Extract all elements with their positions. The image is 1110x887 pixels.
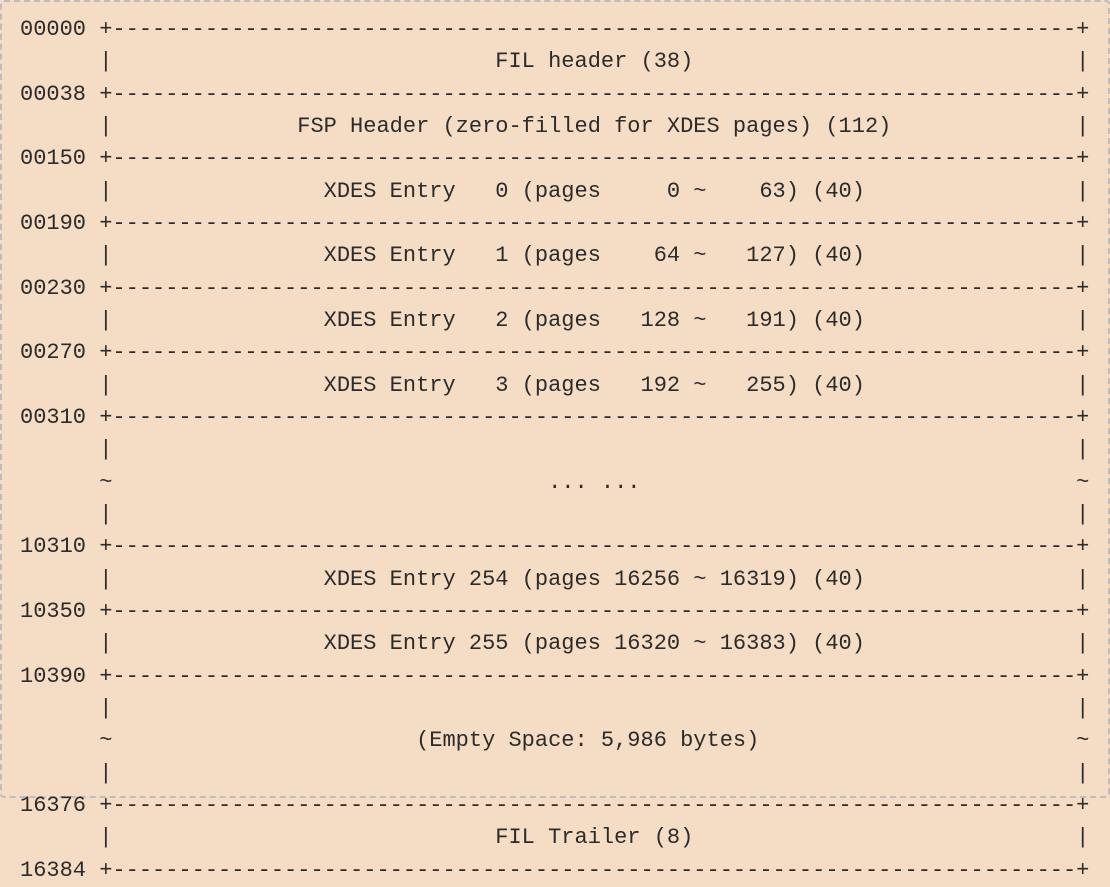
diagram-frame: 00000 +---------------------------------… xyxy=(0,0,1110,798)
page-layout-diagram: 00000 +---------------------------------… xyxy=(20,14,1090,887)
